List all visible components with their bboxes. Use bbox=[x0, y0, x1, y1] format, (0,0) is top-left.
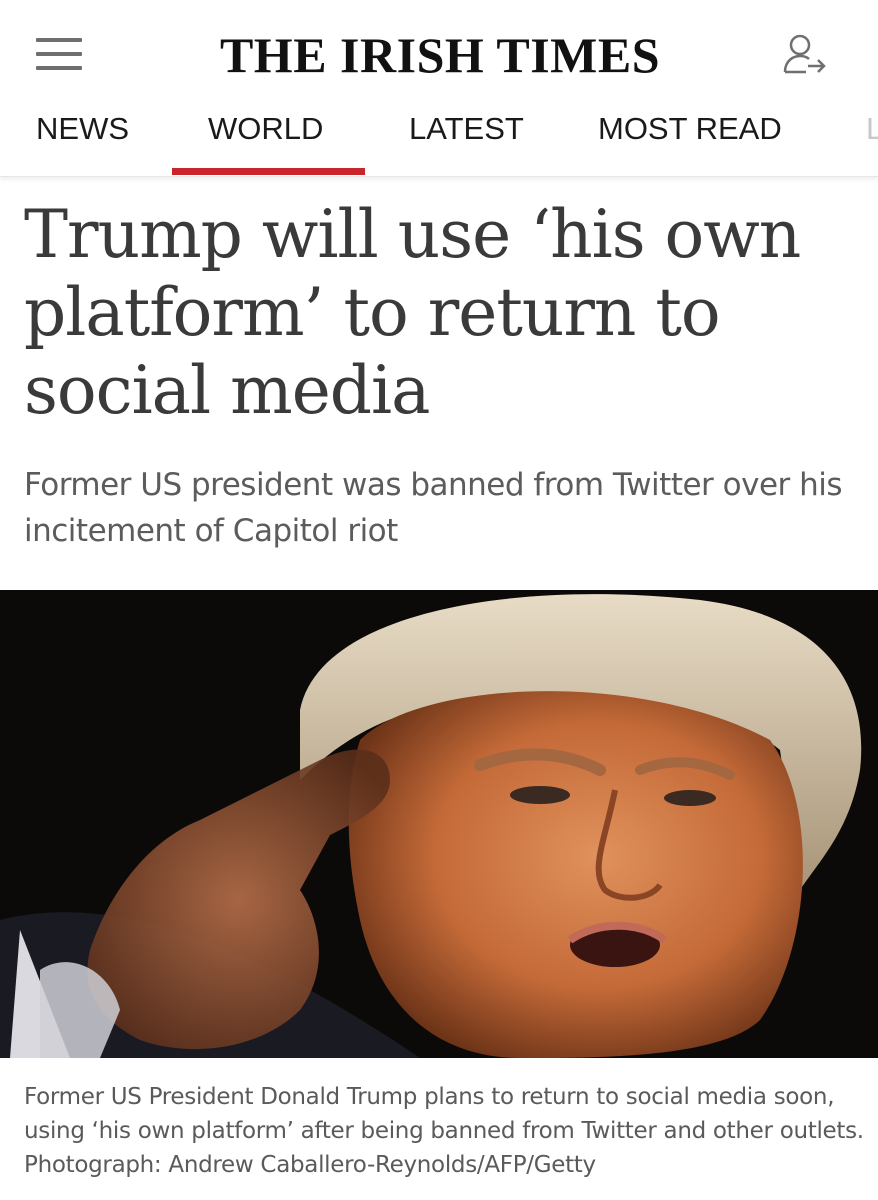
article-headline: Trump will use ‘his own platform’ to ret… bbox=[24, 196, 801, 429]
article-photo bbox=[0, 590, 878, 1058]
tab-news[interactable]: NEWS bbox=[36, 100, 129, 176]
section-nav: NEWS WORLD LATEST MOST READ L bbox=[0, 100, 878, 177]
tab-most-read[interactable]: MOST READ bbox=[598, 100, 782, 176]
tab-world[interactable]: WORLD bbox=[208, 100, 323, 176]
tab-latest[interactable]: LATEST bbox=[409, 100, 524, 176]
hamburger-menu-icon[interactable] bbox=[36, 38, 82, 72]
masthead: THE IRISH TIMES bbox=[0, 0, 878, 100]
tab-next-partial[interactable]: L bbox=[866, 100, 878, 176]
article-standfirst: Former US president was banned from Twit… bbox=[24, 467, 843, 549]
photo-caption: Former US President Donald Trump plans t… bbox=[24, 1084, 864, 1178]
brand-logo[interactable]: THE IRISH TIMES bbox=[150, 26, 730, 84]
account-signin-icon[interactable] bbox=[780, 28, 832, 80]
active-tab-indicator bbox=[172, 168, 365, 175]
